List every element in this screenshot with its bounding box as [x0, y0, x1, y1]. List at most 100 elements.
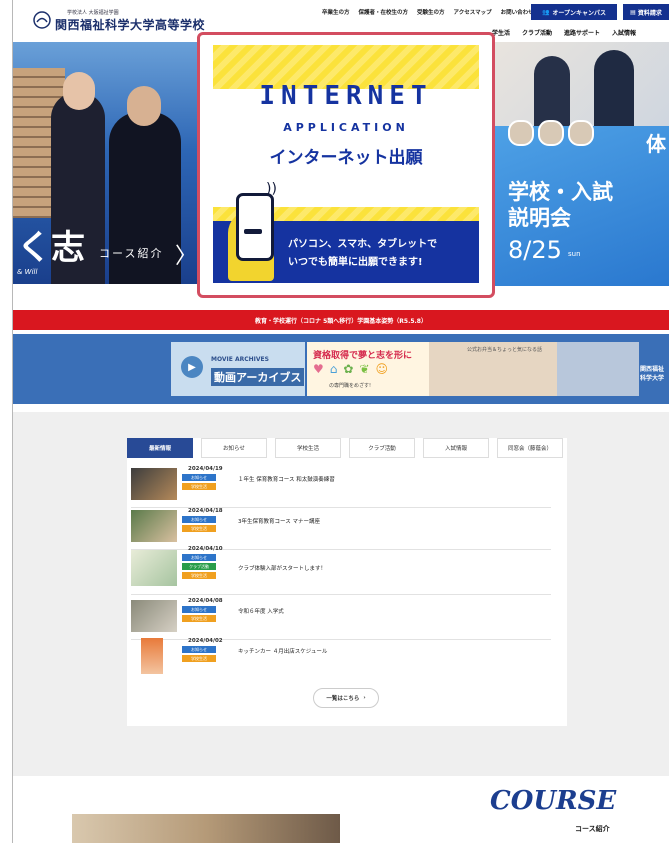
hero-slide-students[interactable]: く志 コース紹介 〉 & Will	[13, 42, 205, 284]
leaf-icon: ❦	[359, 362, 370, 376]
experience-text: 体	[646, 132, 666, 156]
tag-school-life[interactable]: 学校生活	[182, 572, 216, 579]
news-thumbnail	[131, 510, 177, 542]
banner-body-line-2: いつでも簡単に出願できます!	[288, 257, 423, 268]
tag-school-life[interactable]: 学校生活	[182, 483, 216, 490]
signal-icon: ))	[266, 181, 277, 197]
open-campus-button[interactable]: 👥 オープンキャンパス	[531, 4, 617, 20]
info-session-date: 8/25	[508, 236, 562, 264]
tag-clubs[interactable]: クラブ活動	[182, 563, 216, 570]
student-girl-face	[63, 72, 95, 110]
tag-notice[interactable]: お知らせ	[182, 516, 216, 523]
video-archive-label: 動画アーカイブス	[211, 368, 305, 386]
tag-notice[interactable]: お知らせ	[182, 474, 216, 481]
banner-title-jp: インターネット出願	[269, 148, 423, 168]
row-divider	[131, 594, 551, 595]
tag-notice[interactable]: お知らせ	[182, 554, 216, 561]
news-row[interactable]: 2024/04/10 お知らせ クラブ活動 学校生活 クラブ体験入部がスタートし…	[131, 546, 551, 596]
news-row[interactable]: 2024/04/02 お知らせ 学校生活 キッチンカー ４月出店スケジュール	[131, 638, 551, 682]
news-tags: お知らせ クラブ活動 学校生活	[182, 554, 216, 579]
course-intro-link[interactable]: コース紹介	[99, 245, 163, 261]
tab-notices[interactable]: お知らせ	[201, 438, 267, 458]
nav-contact[interactable]: お問い合わせ	[501, 8, 534, 16]
news-thumbnail	[131, 468, 177, 500]
circle-photo	[568, 120, 594, 146]
covid-notice-bar[interactable]: 教育・学校運行（コロナ 5類へ移行）学園基本姿勢（R5.5.8）	[13, 310, 669, 330]
hero-calligraphy: く志	[17, 228, 85, 268]
university-banner[interactable]	[557, 342, 639, 396]
heart-icon: ♥	[313, 362, 324, 376]
qualification-subtitle: の専門職をめざす!	[329, 383, 372, 389]
news-tags: お知らせ 学校生活	[182, 646, 216, 662]
document-request-button[interactable]: ▤ 資料請求	[623, 4, 669, 20]
news-thumbnail	[131, 600, 177, 632]
view-all-label: 一覧はこちら	[326, 696, 360, 702]
tag-notice[interactable]: お知らせ	[182, 646, 216, 653]
tab-clubs[interactable]: クラブ活動	[349, 438, 415, 458]
nav-parents[interactable]: 保護者・在校生の方	[359, 8, 409, 16]
utility-nav: 卒業生の方 保護者・在校生の方 受験生の方 アクセスマップ お問い合わせ	[322, 8, 534, 16]
sprout-icon: ✿	[343, 362, 354, 376]
tag-notice[interactable]: お知らせ	[182, 606, 216, 613]
document-icon: ▤	[630, 8, 636, 16]
news-title[interactable]: 3年生保育教育コース マナー講座	[238, 517, 320, 525]
tag-school-life[interactable]: 学校生活	[182, 615, 216, 622]
news-date: 2024/04/19	[188, 466, 223, 472]
chevron-right-icon: ›	[363, 695, 366, 701]
news-title[interactable]: １年生 保育教育コース 和太鼓演奏練習	[238, 475, 335, 483]
classroom-photo	[494, 42, 669, 126]
tab-alumni[interactable]: 同窓会（藤蔭会）	[497, 438, 563, 458]
people-icon: 👥	[541, 8, 550, 16]
home-icon: ⌂	[329, 362, 338, 376]
banner-title-internet: INTERNET	[259, 81, 433, 111]
hero-slide-info-session[interactable]: 体 学校・入試 説明会 8/25 sun	[494, 42, 669, 286]
news-thumbnail	[141, 638, 163, 674]
play-icon: ▶	[181, 356, 203, 378]
logo-subtitle: 学校法人 大阪福祉学園	[67, 10, 119, 16]
smartphone-icon	[236, 193, 274, 261]
nav-clubs[interactable]: クラブ活動	[522, 28, 552, 37]
news-title[interactable]: 令和６年度 入学式	[238, 607, 284, 615]
news-tags: お知らせ 学校生活	[182, 474, 216, 490]
tab-school-life[interactable]: 学校生活	[275, 438, 341, 458]
course-heading: COURSE	[490, 786, 617, 816]
movie-archives-label: MOVIE ARCHIVES	[211, 356, 269, 363]
school-name-logo[interactable]: 関西福祉科学大学高等学校	[55, 16, 205, 33]
school-crest-icon	[33, 11, 51, 29]
university-banner-label: 関西福祉科学大学	[640, 366, 665, 382]
tag-school-life[interactable]: 学校生活	[182, 525, 216, 532]
tab-admissions[interactable]: 入試情報	[423, 438, 489, 458]
nav-graduates[interactable]: 卒業生の方	[322, 8, 350, 16]
student-boy-face	[127, 86, 161, 126]
info-session-weekday: sun	[568, 250, 581, 258]
open-campus-label: オープンキャンパス	[552, 9, 607, 17]
hero-tagline: & Will	[17, 268, 38, 276]
student-photo	[534, 56, 570, 126]
smartphone-button-icon	[244, 229, 262, 234]
news-date: 2024/04/08	[188, 598, 223, 604]
circle-photo	[508, 120, 534, 146]
banner-strip: ▶ MOVIE ARCHIVES 動画アーカイブス 資格取得で夢と志を形に ♥ …	[13, 334, 669, 404]
nav-admissions[interactable]: 入試情報	[612, 28, 636, 37]
news-title[interactable]: クラブ体験入部がスタートします！	[238, 564, 326, 572]
news-date: 2024/04/10	[188, 546, 223, 552]
nav-access[interactable]: アクセスマップ	[454, 8, 492, 16]
news-row[interactable]: 2024/04/08 お知らせ 学校生活 令和６年度 入学式	[131, 598, 551, 642]
nav-applicants[interactable]: 受験生の方	[417, 8, 445, 16]
tab-latest[interactable]: 最新情報	[127, 438, 193, 458]
banner-body-line-1: パソコン、スマホ、タブレットで	[288, 239, 438, 250]
course-image	[72, 814, 340, 843]
view-all-news-button[interactable]: 一覧はこちら ›	[313, 688, 379, 708]
nav-career-support[interactable]: 進路サポート	[564, 28, 600, 37]
news-date: 2024/04/18	[188, 508, 223, 514]
photo-circles	[508, 120, 594, 146]
student-photo	[594, 50, 634, 126]
course-subheading: コース紹介	[575, 825, 610, 833]
news-row[interactable]: 2024/04/19 お知らせ 学校生活 １年生 保育教育コース 和太鼓演奏練習	[131, 466, 551, 510]
news-title[interactable]: キッチンカー ４月出店スケジュール	[238, 647, 327, 655]
chevron-right-icon[interactable]: 〉	[175, 238, 197, 270]
internet-application-banner[interactable]: INTERNET APPLICATION インターネット出願 )) パソコン、ス…	[197, 32, 495, 298]
tag-school-life[interactable]: 学校生活	[182, 655, 216, 662]
lunch-banner-label: 公式お弁当＆ちょっと気になる話	[467, 347, 543, 353]
news-tabs: 最新情報 お知らせ 学校生活 クラブ活動 入試情報 同窓会（藤蔭会）	[127, 438, 563, 458]
